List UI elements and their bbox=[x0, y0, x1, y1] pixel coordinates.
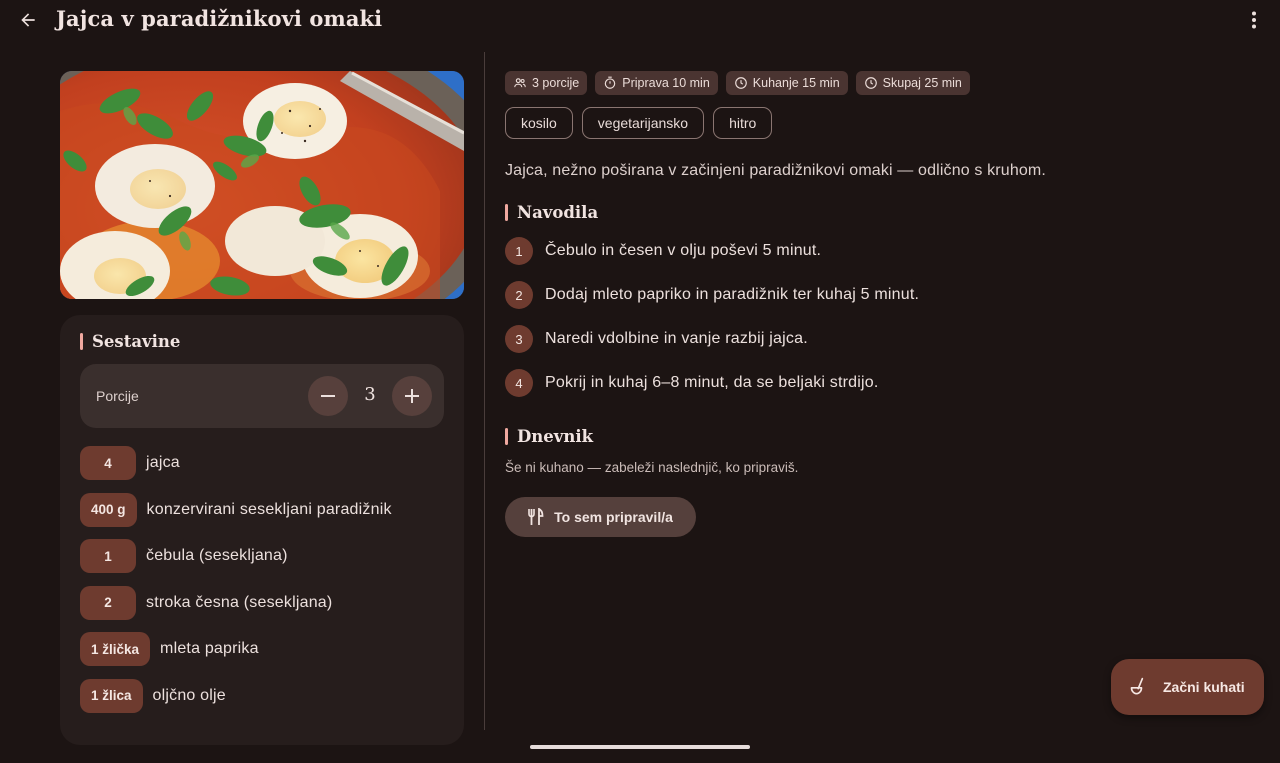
instruction-step: 1 Čebulo in česen v olju poševi 5 minut. bbox=[505, 237, 919, 265]
ingredient-item: 4 jajca bbox=[80, 446, 392, 480]
instruction-steps: 1 Čebulo in česen v olju poševi 5 minut.… bbox=[505, 237, 919, 413]
cook-time-chip: Kuhanje 15 min bbox=[725, 71, 848, 95]
tag-kosilo[interactable]: kosilo bbox=[505, 107, 573, 139]
ingredient-item: 400 g konzervirani sesekljani paradižnik bbox=[80, 492, 392, 527]
ingredient-quantity: 400 g bbox=[80, 492, 137, 527]
ingredient-name: oljčno olje bbox=[152, 686, 226, 704]
step-number: 1 bbox=[505, 237, 533, 265]
timer-icon bbox=[605, 76, 616, 89]
ingredient-quantity: 4 bbox=[80, 446, 136, 480]
home-indicator[interactable] bbox=[530, 745, 750, 749]
more-vertical-icon bbox=[1252, 11, 1256, 29]
plus-icon bbox=[405, 389, 419, 403]
column-divider bbox=[484, 52, 485, 730]
section-accent-bar bbox=[80, 333, 83, 350]
chip-label: Kuhanje 15 min bbox=[752, 76, 840, 90]
step-text: Čebulo in česen v olju poševi 5 minut. bbox=[545, 242, 822, 259]
ladle-icon bbox=[1130, 677, 1144, 695]
mark-cooked-button[interactable]: To sem pripravil/a bbox=[505, 497, 696, 537]
start-cooking-label: Začni kuhati bbox=[1163, 679, 1245, 695]
servings-chip: 3 porcije bbox=[505, 71, 588, 95]
servings-stepper: Porcije 3 bbox=[80, 364, 444, 428]
start-cooking-button[interactable]: Začni kuhati bbox=[1111, 659, 1264, 715]
instruction-step: 2 Dodaj mleto papriko in paradižnik ter … bbox=[505, 281, 919, 309]
step-text: Dodaj mleto papriko in paradižnik ter ku… bbox=[545, 286, 920, 303]
instruction-step: 4 Pokrij in kuhaj 6–8 minut, da se belja… bbox=[505, 369, 919, 397]
log-empty-text: Še ni kuhano — zabeleži naslednjič, ko p… bbox=[505, 460, 799, 475]
ingredient-name: mleta paprika bbox=[160, 640, 259, 658]
ingredient-quantity: 2 bbox=[80, 585, 136, 620]
tag-hitro[interactable]: hitro bbox=[713, 107, 773, 139]
ingredient-quantity: 1 žlička bbox=[80, 632, 151, 667]
increase-servings-button[interactable] bbox=[392, 376, 432, 416]
ingredient-quantity: 1 bbox=[80, 539, 136, 574]
recipe-description: Jajca, nežno poširana v začinjeni paradi… bbox=[505, 162, 1046, 179]
top-app-bar: Jajca v paradižnikovi omaki bbox=[0, 0, 1280, 40]
ingredient-name: jajca bbox=[146, 454, 180, 471]
minus-icon bbox=[321, 395, 335, 397]
ingredient-list: 4 jajca 400 g konzervirani sesekljani pa… bbox=[80, 446, 392, 726]
total-time-chip: Skupaj 25 min bbox=[855, 71, 970, 95]
step-number: 4 bbox=[505, 369, 533, 397]
page-title: Jajca v paradižnikovi omaki bbox=[56, 6, 383, 31]
step-text: Pokrij in kuhaj 6–8 minut, da se beljaki… bbox=[545, 374, 879, 391]
arrow-left-icon bbox=[21, 13, 35, 27]
ingredients-card: Sestavine Porcije 3 4 jajca 400 g konzer… bbox=[60, 315, 464, 745]
recipe-photo bbox=[60, 71, 464, 299]
mark-cooked-label: To sem pripravil/a bbox=[554, 509, 673, 525]
section-accent-bar bbox=[505, 204, 508, 221]
prep-time-chip: Priprava 10 min bbox=[595, 71, 718, 95]
ingredient-item: 1 žlička mleta paprika bbox=[80, 632, 392, 667]
step-number: 2 bbox=[505, 281, 533, 309]
recipe-meta-chips: 3 porcije Priprava 10 min Kuhanje 15 min… bbox=[505, 71, 970, 95]
servings-value: 3 bbox=[364, 384, 376, 405]
ingredient-quantity: 1 žlica bbox=[80, 678, 143, 713]
instruction-step: 3 Naredi vdolbine in vanje razbij jajca. bbox=[505, 325, 919, 353]
ingredient-name: čebula (sesekljana) bbox=[146, 547, 288, 565]
fork-knife-icon bbox=[528, 508, 544, 525]
clock-icon bbox=[864, 77, 877, 89]
chip-label: Priprava 10 min bbox=[622, 76, 710, 90]
back-button[interactable] bbox=[12, 4, 44, 36]
step-number: 3 bbox=[505, 325, 533, 353]
instructions-title: Navodila bbox=[517, 203, 599, 222]
more-options-button[interactable] bbox=[1242, 4, 1266, 36]
chip-label: Skupaj 25 min bbox=[882, 76, 962, 90]
step-text: Naredi vdolbine in vanje razbij jajca. bbox=[545, 330, 808, 347]
recipe-tags: kosilo vegetarijansko hitro bbox=[505, 107, 773, 139]
log-header: Dnevnik bbox=[505, 427, 593, 446]
ingredients-header: Sestavine bbox=[80, 332, 180, 351]
ingredient-item: 1 čebula (sesekljana) bbox=[80, 539, 392, 574]
decrease-servings-button[interactable] bbox=[308, 376, 348, 416]
ingredient-name: konzervirani sesekljani paradižnik bbox=[146, 500, 392, 518]
ingredient-name: stroka česna (sesekljana) bbox=[146, 593, 333, 611]
ingredient-item: 1 žlica oljčno olje bbox=[80, 678, 392, 713]
section-accent-bar bbox=[505, 428, 508, 445]
clock-icon bbox=[734, 77, 747, 89]
tag-vegetarijansko[interactable]: vegetarijansko bbox=[581, 107, 705, 139]
people-icon bbox=[514, 78, 526, 88]
ingredient-item: 2 stroka česna (sesekljana) bbox=[80, 585, 392, 620]
ingredients-title: Sestavine bbox=[92, 332, 181, 351]
log-title: Dnevnik bbox=[517, 427, 594, 446]
servings-label: Porcije bbox=[96, 388, 139, 404]
instructions-header: Navodila bbox=[505, 203, 598, 222]
chip-label: 3 porcije bbox=[532, 76, 580, 90]
